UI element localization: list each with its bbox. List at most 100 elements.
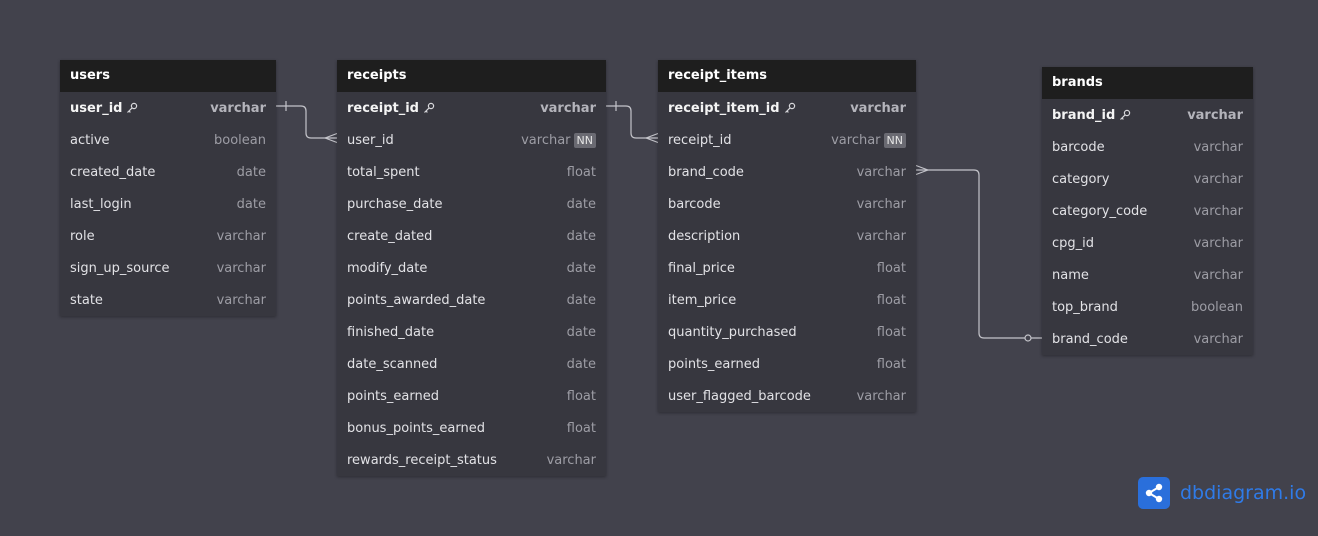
not-null-badge: NN (573, 132, 596, 148)
field-row[interactable]: total_spent float (337, 156, 606, 188)
field-type-text: varchar (216, 292, 266, 308)
field-row[interactable]: brand_code varchar (658, 156, 916, 188)
field-row[interactable]: created_date date (60, 156, 276, 188)
not-null-badge: NN (883, 132, 906, 148)
field-type-text: boolean (1191, 299, 1243, 315)
primary-key-icon (784, 102, 796, 114)
field-type-text: float (566, 388, 596, 404)
primary-key-icon (423, 102, 435, 114)
field-name-text: final_price (668, 260, 735, 276)
field-name-text: user_flagged_barcode (668, 388, 811, 404)
table-receipt-items[interactable]: receipt_items receipt_item_id varchar recei… (658, 60, 916, 412)
field-type: boolean (1191, 300, 1243, 315)
field-type-text: varchar (856, 228, 906, 244)
field-row[interactable]: points_awarded_date date (337, 284, 606, 316)
field-row[interactable]: active boolean (60, 124, 276, 156)
field-row[interactable]: barcode varchar (1042, 131, 1253, 163)
primary-key-icon (126, 102, 138, 114)
zero-marker-brands (1024, 334, 1032, 342)
table-receipts[interactable]: receipts receipt_id varchar user_id varchar N… (337, 60, 606, 476)
field-name: cpg_id (1052, 236, 1094, 251)
field-row[interactable]: last_login date (60, 188, 276, 220)
field-name-text: user_id (70, 100, 123, 116)
field-row[interactable]: receipt_item_id varchar (658, 92, 916, 124)
table-header[interactable]: users (60, 60, 276, 92)
field-name-text: receipt_item_id (668, 100, 780, 116)
field-row[interactable]: date_scanned date (337, 348, 606, 380)
field-name: points_awarded_date (347, 293, 485, 308)
field-row[interactable]: points_earned float (658, 348, 916, 380)
field-type: varchar (540, 101, 596, 116)
field-row[interactable]: final_price float (658, 252, 916, 284)
dbdiagram-watermark[interactable]: dbdiagram.io (1138, 477, 1306, 509)
field-name: active (70, 133, 110, 148)
field-row[interactable]: description varchar (658, 220, 916, 252)
field-row[interactable]: purchase_date date (337, 188, 606, 220)
field-row[interactable]: points_earned float (337, 380, 606, 412)
field-row[interactable]: category_code varchar (1042, 195, 1253, 227)
field-row[interactable]: item_price float (658, 284, 916, 316)
field-name: brand_code (1052, 332, 1128, 347)
table-header[interactable]: receipt_items (658, 60, 916, 92)
field-type: varchar (217, 261, 266, 276)
field-name: create_dated (347, 229, 432, 244)
field-type: varchar (1194, 268, 1243, 283)
field-row[interactable]: brand_id varchar (1042, 99, 1253, 131)
field-type: varchar (1194, 332, 1243, 347)
field-type: varchar (547, 453, 596, 468)
field-row[interactable]: receipt_id varchar (337, 92, 606, 124)
field-row[interactable]: barcode varchar (658, 188, 916, 220)
field-name: finished_date (347, 325, 434, 340)
field-row[interactable]: category varchar (1042, 163, 1253, 195)
field-type: varchar (857, 389, 906, 404)
field-type: varchar (1194, 204, 1243, 219)
field-row[interactable]: user_flagged_barcode varchar (658, 380, 916, 412)
field-name: name (1052, 268, 1089, 283)
field-name-text: item_price (668, 292, 737, 308)
table-header[interactable]: receipts (337, 60, 606, 92)
field-row[interactable]: create_dated date (337, 220, 606, 252)
field-name: receipt_id (347, 101, 435, 116)
field-type-text: varchar (856, 196, 906, 212)
field-type: varchar NN (521, 132, 596, 148)
field-row[interactable]: name varchar (1042, 259, 1253, 291)
field-name: sign_up_source (70, 261, 170, 276)
many-marker-items (645, 132, 659, 144)
field-row[interactable]: finished_date date (337, 316, 606, 348)
field-type: boolean (214, 133, 266, 148)
field-row[interactable]: user_id varchar NN (337, 124, 606, 156)
field-row[interactable]: user_id varchar (60, 92, 276, 124)
field-row[interactable]: state varchar (60, 284, 276, 316)
relation-items-brands (916, 169, 1042, 339)
relation-receipts-items (606, 105, 658, 139)
field-name-text: barcode (1052, 139, 1105, 155)
table-brands[interactable]: brands brand_id varchar barcode varchar categ… (1042, 67, 1253, 355)
field-type: varchar (217, 293, 266, 308)
field-name-text: purchase_date (347, 196, 443, 212)
field-row[interactable]: sign_up_source varchar (60, 252, 276, 284)
field-type: varchar (217, 229, 266, 244)
field-name-text: brand_code (1052, 331, 1128, 347)
field-type: varchar (857, 165, 906, 180)
field-type-text: date (566, 196, 596, 212)
field-name: user_id (347, 133, 394, 148)
field-name-text: brand_code (668, 164, 744, 180)
field-row[interactable]: top_brand boolean (1042, 291, 1253, 323)
field-type-text: varchar (856, 388, 906, 404)
many-marker-brand-code (915, 164, 929, 176)
field-row[interactable]: rewards_receipt_status varchar (337, 444, 606, 476)
field-name-text: name (1052, 267, 1089, 283)
field-row[interactable]: quantity_purchased float (658, 316, 916, 348)
field-row[interactable]: brand_code varchar (1042, 323, 1253, 355)
table-users[interactable]: users user_id varchar active boolean created_… (60, 60, 276, 316)
field-row[interactable]: bonus_points_earned float (337, 412, 606, 444)
field-type-text: varchar (521, 132, 571, 148)
table-header[interactable]: brands (1042, 67, 1253, 99)
field-name: last_login (70, 197, 132, 212)
field-row[interactable]: modify_date date (337, 252, 606, 284)
field-row[interactable]: cpg_id varchar (1042, 227, 1253, 259)
field-name-text: receipt_id (668, 132, 732, 148)
field-row[interactable]: role varchar (60, 220, 276, 252)
field-row[interactable]: receipt_id varchar NN (658, 124, 916, 156)
field-type-text: date (566, 292, 596, 308)
